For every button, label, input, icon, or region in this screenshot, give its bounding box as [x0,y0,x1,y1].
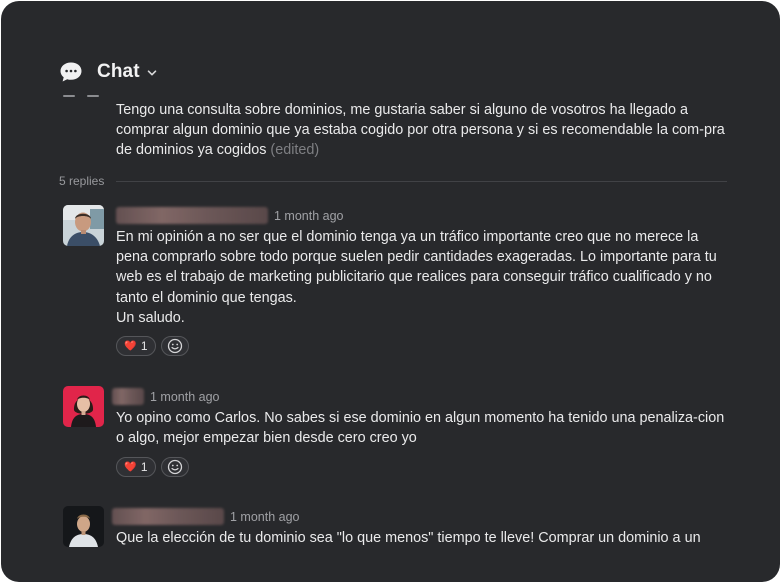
chevron-down-icon[interactable] [146,67,158,79]
reactions-bar: ❤️ 1 [116,457,189,477]
avatar[interactable] [63,205,104,246]
edited-label: (edited) [270,142,320,159]
add-reaction-button[interactable] [161,336,189,356]
heart-reaction-button[interactable]: ❤️ 1 [116,457,156,477]
reply-body-signoff: Un saludo. [116,309,185,326]
heart-icon: ❤️ [124,340,137,352]
chat-thread-panel: Chat Tengo una consulta sobre dominios, … [1,1,780,582]
reply-body: En mi opinión a no ser que el dominio te… [116,229,717,306]
reply-body: Que la elección de tu dominio sea "lo qu… [116,530,701,546]
reply-text: Que la elección de tu dominio sea "lo qu… [116,528,726,548]
avatar[interactable] [63,386,104,427]
add-reaction-button[interactable] [161,457,189,477]
avatar[interactable] [63,506,104,547]
reply-meta: 1 month ago [116,207,344,224]
scrolled-avatar-fragment [63,95,103,99]
heart-icon: ❤️ [124,461,137,473]
reply-meta: 1 month ago [112,508,300,525]
replies-divider: 5 replies [59,174,727,188]
speech-bubble-icon [60,62,82,82]
reply-text: En mi opinión a no ser que el dominio te… [116,227,726,328]
smiley-icon [167,338,183,354]
reply-item: 1 month ago Que la elección de tu domini… [63,506,727,566]
reply-item: 1 month ago En mi opinión a no ser que e… [63,205,727,365]
original-post-body: Tengo una consulta sobre dominios, me gu… [116,102,725,159]
replies-count[interactable]: 5 replies [59,174,104,188]
reply-body: Yo opino como Carlos. No sabes si ese do… [116,410,725,447]
author-name-blurred[interactable] [116,207,268,224]
reply-item: 1 month ago Yo opino como Carlos. No sab… [63,386,727,486]
timestamp: 1 month ago [274,208,344,223]
timestamp: 1 month ago [230,509,300,524]
original-post-text: Tengo una consulta sobre dominios, me gu… [116,100,726,161]
chat-header[interactable]: Chat [59,59,158,85]
heart-reaction-button[interactable]: ❤️ 1 [116,336,156,356]
divider-line [116,180,727,182]
reply-text: Yo opino como Carlos. No sabes si ese do… [116,408,726,448]
author-name-blurred[interactable] [112,508,224,525]
reaction-count: 1 [140,460,148,474]
reactions-bar: ❤️ 1 [116,336,189,356]
reply-meta: 1 month ago [112,388,220,405]
smiley-icon [167,459,183,475]
timestamp: 1 month ago [150,389,220,404]
author-name-blurred[interactable] [112,388,144,405]
chat-title[interactable]: Chat [97,61,140,83]
reaction-count: 1 [140,339,148,353]
